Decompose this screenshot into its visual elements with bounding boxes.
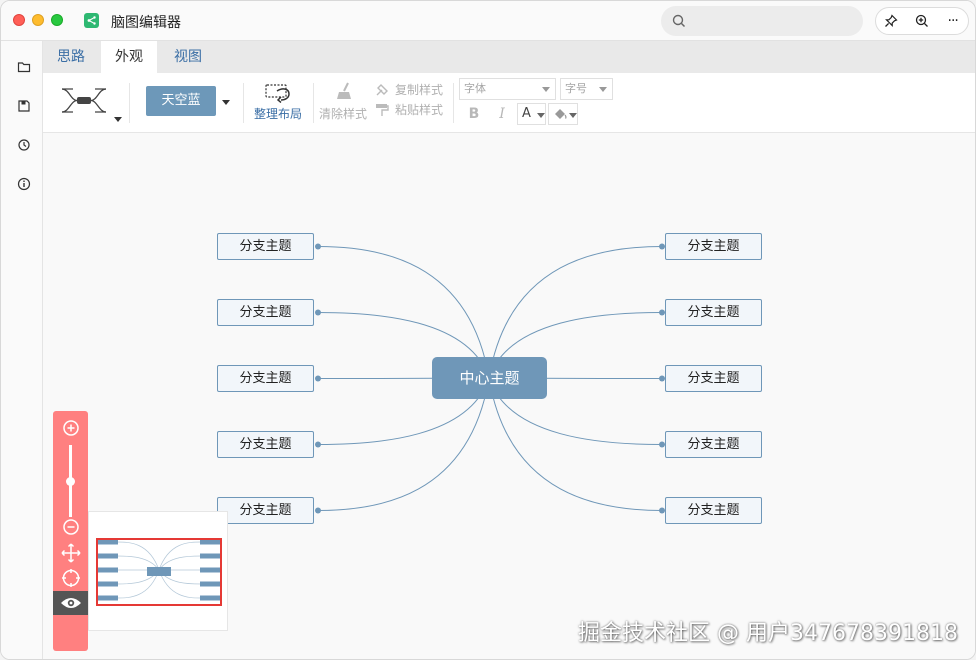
close-window-button[interactable] xyxy=(13,14,25,26)
zoom-slider-thumb[interactable] xyxy=(66,476,75,486)
more-icon: ··· xyxy=(947,13,959,29)
more-button[interactable]: ··· xyxy=(937,8,968,34)
app-window: 脑图编辑器 ··· 思路 外观 视图 天空蓝 整理布局 清除样式 复制样式 粘贴… xyxy=(0,0,976,660)
app-logo-icon xyxy=(84,13,99,28)
paint-roller-icon xyxy=(376,104,389,116)
mindmap-structure-icon xyxy=(61,88,107,113)
copy-style-label: 复制样式 xyxy=(395,83,444,97)
search-input[interactable] xyxy=(661,6,863,36)
chevron-down-icon xyxy=(114,117,122,122)
connector-dot xyxy=(315,309,321,316)
font-family-select[interactable]: 字体 xyxy=(459,78,556,100)
pin-icon xyxy=(885,14,898,27)
clear-style-button[interactable]: 清除样式 xyxy=(319,81,371,125)
zoom-in-icon xyxy=(62,420,79,436)
italic-button[interactable]: I xyxy=(491,103,513,125)
right-branch-node[interactable]: 分支主题 xyxy=(665,497,762,524)
tab-thinking[interactable]: 思路 xyxy=(43,41,99,73)
right-branch-node[interactable]: 分支主题 xyxy=(665,233,762,260)
chevron-down-icon xyxy=(599,87,607,92)
minimap[interactable] xyxy=(88,511,228,631)
left-branch-node[interactable]: 分支主题 xyxy=(217,497,314,524)
background-color-button[interactable] xyxy=(548,103,578,125)
titlebar-actions: ··· xyxy=(875,7,969,35)
font-size-select[interactable]: 字号 xyxy=(560,78,613,100)
font-color-button[interactable]: A xyxy=(517,103,546,125)
chevron-down-icon xyxy=(537,113,545,118)
info-icon[interactable] xyxy=(17,176,31,191)
zoom-in-icon xyxy=(915,14,928,27)
tab-view[interactable]: 视图 xyxy=(160,41,216,73)
minimap-viewport-frame[interactable] xyxy=(96,538,222,606)
clear-style-label: 清除样式 xyxy=(319,107,368,121)
copy-style-button[interactable]: 复制样式 xyxy=(375,81,447,99)
arrange-layout-button[interactable]: 整理布局 xyxy=(251,81,305,125)
paste-style-label: 粘贴样式 xyxy=(395,103,444,117)
left-sidebar xyxy=(1,41,43,659)
broom-icon xyxy=(337,82,351,99)
search-icon xyxy=(672,14,686,28)
zoom-slider[interactable] xyxy=(66,445,75,517)
app-title: 脑图编辑器 xyxy=(111,15,181,31)
move-icon xyxy=(60,543,81,563)
arrange-layout-label: 整理布局 xyxy=(254,107,303,121)
history-icon[interactable] xyxy=(17,137,31,151)
copy-style-icon xyxy=(376,84,388,96)
layout-structure-button[interactable] xyxy=(59,81,125,125)
chevron-down-icon xyxy=(542,87,550,92)
eye-icon xyxy=(60,598,81,608)
zoom-out-button[interactable] xyxy=(53,518,88,536)
target-icon xyxy=(61,569,80,587)
folder-icon[interactable] xyxy=(17,59,31,73)
bold-button[interactable]: B xyxy=(463,103,485,125)
theme-dropdown-icon[interactable] xyxy=(222,100,230,105)
connector-dot xyxy=(315,243,321,250)
right-branch-node[interactable]: 分支主题 xyxy=(665,365,762,392)
left-branch-node[interactable]: 分支主题 xyxy=(217,365,314,392)
zoom-out-icon xyxy=(62,519,79,535)
preview-toggle-button[interactable] xyxy=(53,591,88,615)
connector-dot xyxy=(315,375,321,382)
connector-dot xyxy=(315,507,321,514)
paste-style-button[interactable]: 粘贴样式 xyxy=(375,101,447,119)
right-branch-node[interactable]: 分支主题 xyxy=(665,431,762,458)
font-color-icon: A xyxy=(522,106,531,121)
font-family-placeholder: 字体 xyxy=(464,82,486,95)
pin-button[interactable] xyxy=(876,8,907,34)
right-branch-node[interactable]: 分支主题 xyxy=(665,299,762,326)
arrange-layout-icon xyxy=(265,84,290,103)
tab-appearance[interactable]: 外观 xyxy=(101,41,157,73)
center-topic-node[interactable]: 中心主题 xyxy=(432,357,547,399)
left-branch-node[interactable]: 分支主题 xyxy=(217,233,314,260)
connector-dot xyxy=(315,441,321,448)
font-size-placeholder: 字号 xyxy=(565,82,587,95)
ribbon-toolbar: 天空蓝 整理布局 清除样式 复制样式 粘贴样式 字体 字号 B I A xyxy=(43,73,975,133)
paint-bucket-icon xyxy=(555,109,567,119)
zoom-in-button[interactable] xyxy=(53,419,88,437)
move-button[interactable] xyxy=(53,543,88,563)
watermark: 掘金技术社区 @ 用户347678391818 xyxy=(578,621,958,646)
zoom-in-button[interactable] xyxy=(907,8,938,34)
chevron-down-icon xyxy=(569,113,577,118)
title-bar: 脑图编辑器 ··· xyxy=(1,1,975,41)
left-branch-node[interactable]: 分支主题 xyxy=(217,299,314,326)
zoom-panel xyxy=(53,411,88,651)
maximize-window-button[interactable] xyxy=(51,14,63,26)
left-branch-node[interactable]: 分支主题 xyxy=(217,431,314,458)
theme-select-button[interactable]: 天空蓝 xyxy=(146,86,216,116)
tab-bar: 思路 外观 视图 xyxy=(43,41,975,73)
save-icon[interactable] xyxy=(17,98,31,112)
minimize-window-button[interactable] xyxy=(32,14,44,26)
locate-center-button[interactable] xyxy=(53,568,88,588)
